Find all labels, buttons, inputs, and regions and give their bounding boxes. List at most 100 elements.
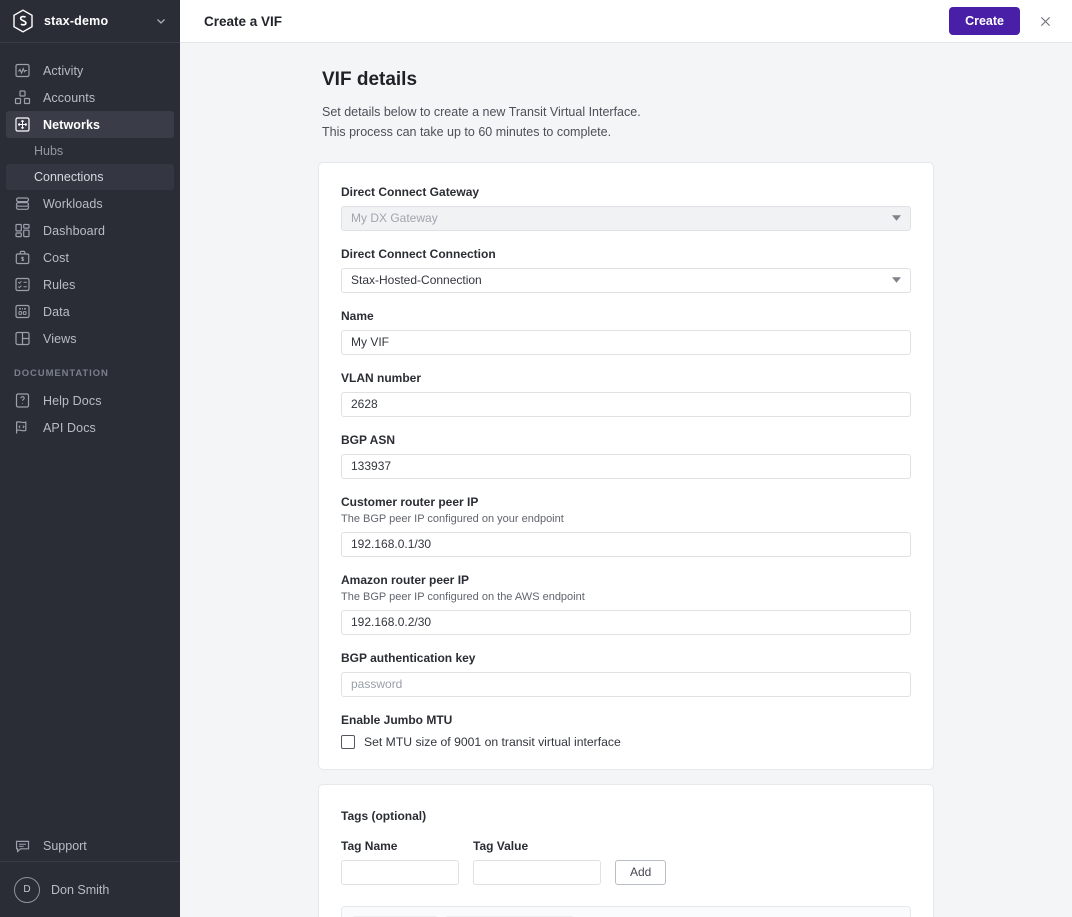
api-docs-icon bbox=[14, 419, 31, 436]
field-bgp-authentication-key: BGP authentication key bbox=[341, 651, 911, 697]
sidebar-subitem-label: Hubs bbox=[34, 144, 64, 158]
org-name: stax-demo bbox=[44, 14, 109, 28]
sidebar-item-dashboard[interactable]: Dashboard bbox=[6, 217, 174, 244]
direct-connect-connection-select[interactable]: Stax-Hosted-Connection bbox=[341, 267, 911, 293]
jumbo-mtu-checkbox[interactable] bbox=[341, 734, 355, 749]
select-value: My DX Gateway bbox=[351, 211, 438, 225]
field-help-text: The BGP peer IP configured on your endpo… bbox=[341, 512, 564, 525]
sidebar-item-label: Cost bbox=[43, 250, 70, 265]
tag-input-row: Tag Name Tag Value Add bbox=[341, 839, 911, 885]
cost-icon bbox=[14, 249, 31, 266]
field-tag-name: Tag Name bbox=[341, 839, 459, 885]
sidebar-subitem-connections[interactable]: Connections bbox=[6, 164, 174, 190]
sidebar-item-label: Rules bbox=[43, 277, 76, 292]
vlan-number-input[interactable] bbox=[341, 391, 911, 417]
field-bgp-asn: BGP ASN bbox=[341, 433, 911, 479]
name-input[interactable] bbox=[341, 329, 911, 355]
sidebar-item-activity[interactable]: Activity bbox=[6, 57, 174, 84]
nav-section-documentation: DOCUMENTATION bbox=[14, 368, 109, 379]
field-direct-connect-connection: Direct Connect Connection Stax-Hosted-Co… bbox=[341, 247, 911, 293]
field-label: Tag Value bbox=[473, 838, 529, 853]
sidebar-item-cost[interactable]: Cost bbox=[6, 244, 174, 271]
amazon-router-peer-ip-input[interactable] bbox=[341, 609, 911, 635]
main-area: Create a VIF Create VIF details Set deta… bbox=[180, 0, 1072, 917]
field-label: BGP authentication key bbox=[341, 650, 476, 665]
sidebar-item-label: Dashboard bbox=[43, 223, 106, 238]
checkbox-label: Set MTU size of 9001 on transit virtual … bbox=[364, 734, 621, 749]
org-switcher[interactable]: stax-demo bbox=[0, 0, 180, 43]
sidebar-item-label: Support bbox=[43, 839, 87, 853]
field-label: Tag Name bbox=[341, 838, 398, 853]
sidebar-subitem-hubs[interactable]: Hubs bbox=[6, 138, 174, 164]
dropdown-caret-icon bbox=[892, 215, 901, 221]
stax-hex-logo-icon bbox=[12, 9, 34, 33]
sidebar-item-label: Workloads bbox=[43, 196, 103, 211]
sidebar-item-help-docs[interactable]: Help Docs bbox=[6, 387, 174, 414]
field-label: VLAN number bbox=[341, 370, 422, 385]
customer-router-peer-ip-input[interactable] bbox=[341, 531, 911, 557]
field-label: Customer router peer IP bbox=[341, 494, 479, 509]
field-label: Direct Connect Gateway bbox=[341, 184, 480, 199]
avatar: D bbox=[14, 876, 40, 903]
networks-icon bbox=[14, 116, 31, 133]
bgp-asn-input[interactable] bbox=[341, 453, 911, 479]
section-title: VIF details bbox=[322, 69, 418, 90]
app-root: stax-demo Activity Accounts Networks Hub… bbox=[0, 0, 1072, 917]
sidebar-item-label: Networks bbox=[43, 117, 101, 132]
field-customer-router-peer-ip: Customer router peer IP The BGP peer IP … bbox=[341, 495, 911, 557]
select-value: Stax-Hosted-Connection bbox=[351, 273, 482, 287]
close-icon[interactable] bbox=[1032, 8, 1058, 34]
dropdown-caret-icon bbox=[892, 277, 901, 283]
support-chat-icon bbox=[14, 838, 31, 855]
sidebar-item-support[interactable]: Support bbox=[0, 831, 180, 861]
sidebar-item-workloads[interactable]: Workloads bbox=[6, 190, 174, 217]
tag-name-input[interactable] bbox=[341, 859, 459, 885]
field-direct-connect-gateway: Direct Connect Gateway My DX Gateway bbox=[341, 185, 911, 231]
add-tag-button[interactable]: Add bbox=[615, 859, 667, 885]
field-label: Amazon router peer IP bbox=[341, 572, 470, 587]
tags-title: Tags (optional) bbox=[341, 808, 427, 823]
sidebar-item-api-docs[interactable]: API Docs bbox=[6, 414, 174, 441]
field-label: Direct Connect Connection bbox=[341, 246, 496, 261]
views-icon bbox=[14, 330, 31, 347]
tag-value-input[interactable] bbox=[473, 859, 601, 885]
field-vlan-number: VLAN number bbox=[341, 371, 911, 417]
rules-icon bbox=[14, 276, 31, 293]
sidebar-item-data[interactable]: Data bbox=[6, 298, 174, 325]
sidebar-item-networks[interactable]: Networks bbox=[6, 111, 174, 138]
primary-nav: Activity Accounts Networks Hubs Connecti… bbox=[0, 43, 180, 831]
bgp-authentication-key-input[interactable] bbox=[341, 671, 911, 697]
field-label: BGP ASN bbox=[341, 432, 396, 447]
sidebar-item-label: Accounts bbox=[43, 90, 96, 105]
help-docs-icon bbox=[14, 392, 31, 409]
create-button[interactable]: Create bbox=[949, 7, 1020, 35]
dashboard-icon bbox=[14, 222, 31, 239]
sidebar-item-label: Activity bbox=[43, 63, 84, 78]
user-name: Don Smith bbox=[51, 882, 110, 897]
accounts-icon bbox=[14, 89, 31, 106]
direct-connect-gateway-select[interactable]: My DX Gateway bbox=[341, 205, 911, 231]
chevron-down-icon[interactable] bbox=[154, 14, 168, 28]
data-icon bbox=[14, 303, 31, 320]
sidebar-item-views[interactable]: Views bbox=[6, 325, 174, 352]
tag-chip-list: Env: prod ✕ Team: networking ✕ bbox=[341, 905, 911, 917]
jumbo-mtu-row[interactable]: Set MTU size of 9001 on transit virtual … bbox=[341, 734, 911, 749]
sidebar-item-label: Data bbox=[43, 304, 70, 319]
workloads-icon bbox=[14, 195, 31, 212]
sidebar: stax-demo Activity Accounts Networks Hub… bbox=[0, 0, 180, 917]
section-description: Set details below to create a new Transi… bbox=[322, 105, 641, 140]
sidebar-item-rules[interactable]: Rules bbox=[6, 271, 174, 298]
sidebar-footer: Support D Don Smith bbox=[0, 831, 180, 917]
field-label: Name bbox=[341, 308, 374, 323]
activity-icon bbox=[14, 62, 31, 79]
form-scroll: VIF details Set details below to create … bbox=[318, 43, 934, 917]
user-menu[interactable]: D Don Smith bbox=[0, 861, 180, 917]
field-amazon-router-peer-ip: Amazon router peer IP The BGP peer IP co… bbox=[341, 573, 911, 635]
sidebar-item-label: Views bbox=[43, 331, 77, 346]
modal-content: VIF details Set details below to create … bbox=[180, 43, 1072, 917]
field-help-text: The BGP peer IP configured on the AWS en… bbox=[341, 590, 585, 603]
sidebar-item-accounts[interactable]: Accounts bbox=[6, 84, 174, 111]
tags-card: Tags (optional) Tag Name Tag Value Add bbox=[318, 783, 934, 917]
field-enable-jumbo-mtu: Enable Jumbo MTU Set MTU size of 9001 on… bbox=[341, 713, 911, 749]
vif-details-card: Direct Connect Gateway My DX Gateway Dir… bbox=[318, 161, 934, 770]
